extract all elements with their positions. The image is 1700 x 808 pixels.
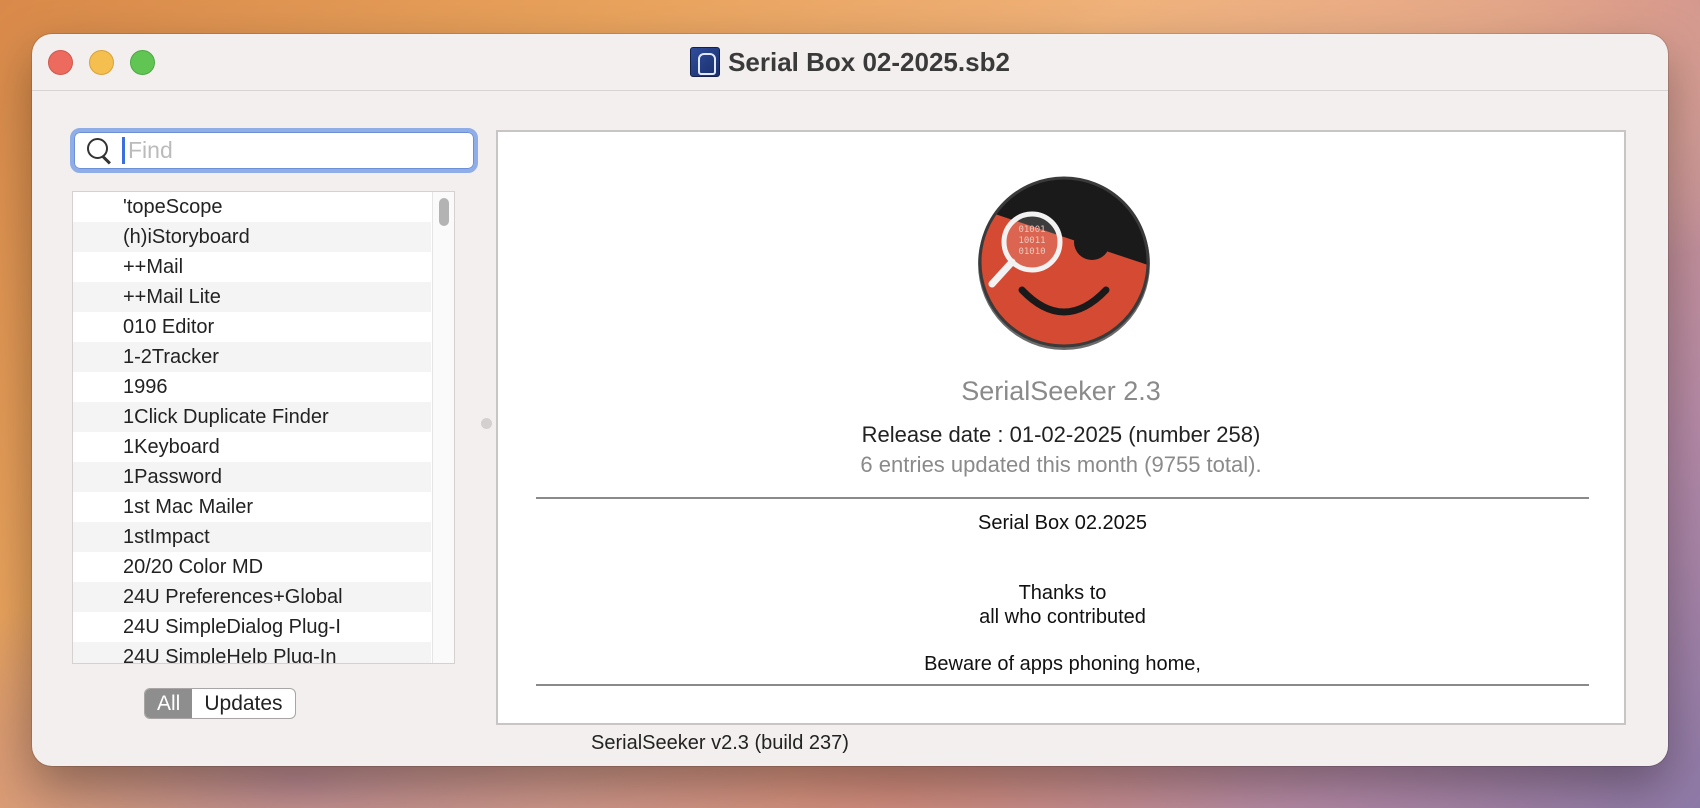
list-item[interactable]: 1-2Tracker <box>73 342 431 372</box>
close-button[interactable] <box>48 50 73 75</box>
list-item[interactable]: ++Mail Lite <box>73 282 431 312</box>
title-bar: Serial Box 02-2025.sb2 <box>32 34 1668 91</box>
search-icon <box>86 137 114 165</box>
app-list-rows: 'topeScope (h)iStoryboard ++Mail ++Mail Lit… <box>73 192 454 663</box>
title-group: Serial Box 02-2025.sb2 <box>690 47 1010 78</box>
minimize-button[interactable] <box>89 50 114 75</box>
list-item[interactable]: 1Keyboard <box>73 432 431 462</box>
serialseeker-logo-icon: 01001 10011 01010 <box>978 176 1150 350</box>
filter-all-button[interactable]: All <box>145 689 193 718</box>
search-field[interactable] <box>70 128 478 173</box>
filter-updates-button[interactable]: Updates <box>192 689 294 718</box>
info-panel: 01001 10011 01010 SerialSeeker 2.3 Relea… <box>496 130 1626 725</box>
window-controls <box>48 50 155 75</box>
notes-line: Thanks to <box>1018 582 1107 604</box>
split-view-divider-handle[interactable] <box>481 418 492 429</box>
svg-text:01010: 01010 <box>1018 247 1045 257</box>
svg-text:10011: 10011 <box>1018 236 1045 246</box>
list-item[interactable]: 1996 <box>73 372 431 402</box>
release-date-label: Release date : 01-02-2025 (number 258) <box>861 422 1261 447</box>
list-item[interactable]: 1st Mac Mailer <box>73 492 431 522</box>
list-item[interactable]: 010 Editor <box>73 312 431 342</box>
app-name-label: SerialSeeker 2.3 <box>961 376 1161 406</box>
window-title: Serial Box 02-2025.sb2 <box>728 46 1010 77</box>
zoom-button[interactable] <box>130 50 155 75</box>
scroll-thumb[interactable] <box>439 198 449 226</box>
list-item[interactable]: 'topeScope <box>73 192 431 222</box>
notes-line: Beware of apps phoning home, <box>924 653 1201 675</box>
list-scrollbar[interactable] <box>432 192 454 663</box>
version-label: SerialSeeker v2.3 (build 237) <box>591 732 849 754</box>
release-notes: Serial Box 02.2025 Thanks to all who con… <box>536 501 1589 683</box>
list-item[interactable]: 1Password <box>73 462 431 492</box>
app-window: Serial Box 02-2025.sb2 'topeScope(h)iSto… <box>32 34 1668 766</box>
svg-text:01001: 01001 <box>1018 225 1045 235</box>
list-item[interactable]: 24U SimpleHelp Plug-In <box>73 642 431 663</box>
app-list[interactable]: 'topeScope (h)iStoryboard ++Mail ++Mail Lit… <box>72 191 455 664</box>
list-item[interactable]: 1stImpact <box>73 522 431 552</box>
notes-divider-bottom <box>536 684 1589 686</box>
list-item[interactable]: 24U Preferences+Global <box>73 582 431 612</box>
filter-segmented-control[interactable]: All Updates <box>144 688 296 719</box>
list-item[interactable]: 1Click Duplicate Finder <box>73 402 431 432</box>
list-item[interactable]: (h)iStoryboard <box>73 222 431 252</box>
serial-box-document-icon <box>690 47 721 77</box>
footer-version: SerialSeeker v2.3 (build 237) <box>32 732 1668 755</box>
notes-divider-top <box>536 497 1589 499</box>
list-item[interactable]: ++Mail <box>73 252 431 282</box>
list-item[interactable]: 20/20 Color MD <box>73 552 431 582</box>
list-item[interactable]: 24U SimpleDialog Plug-I <box>73 612 431 642</box>
entries-count-label: 6 entries updated this month (9755 total… <box>860 452 1262 477</box>
search-input[interactable] <box>122 137 462 164</box>
notes-line: Serial Box 02.2025 <box>977 512 1147 534</box>
notes-line: all who contributed <box>979 606 1146 628</box>
